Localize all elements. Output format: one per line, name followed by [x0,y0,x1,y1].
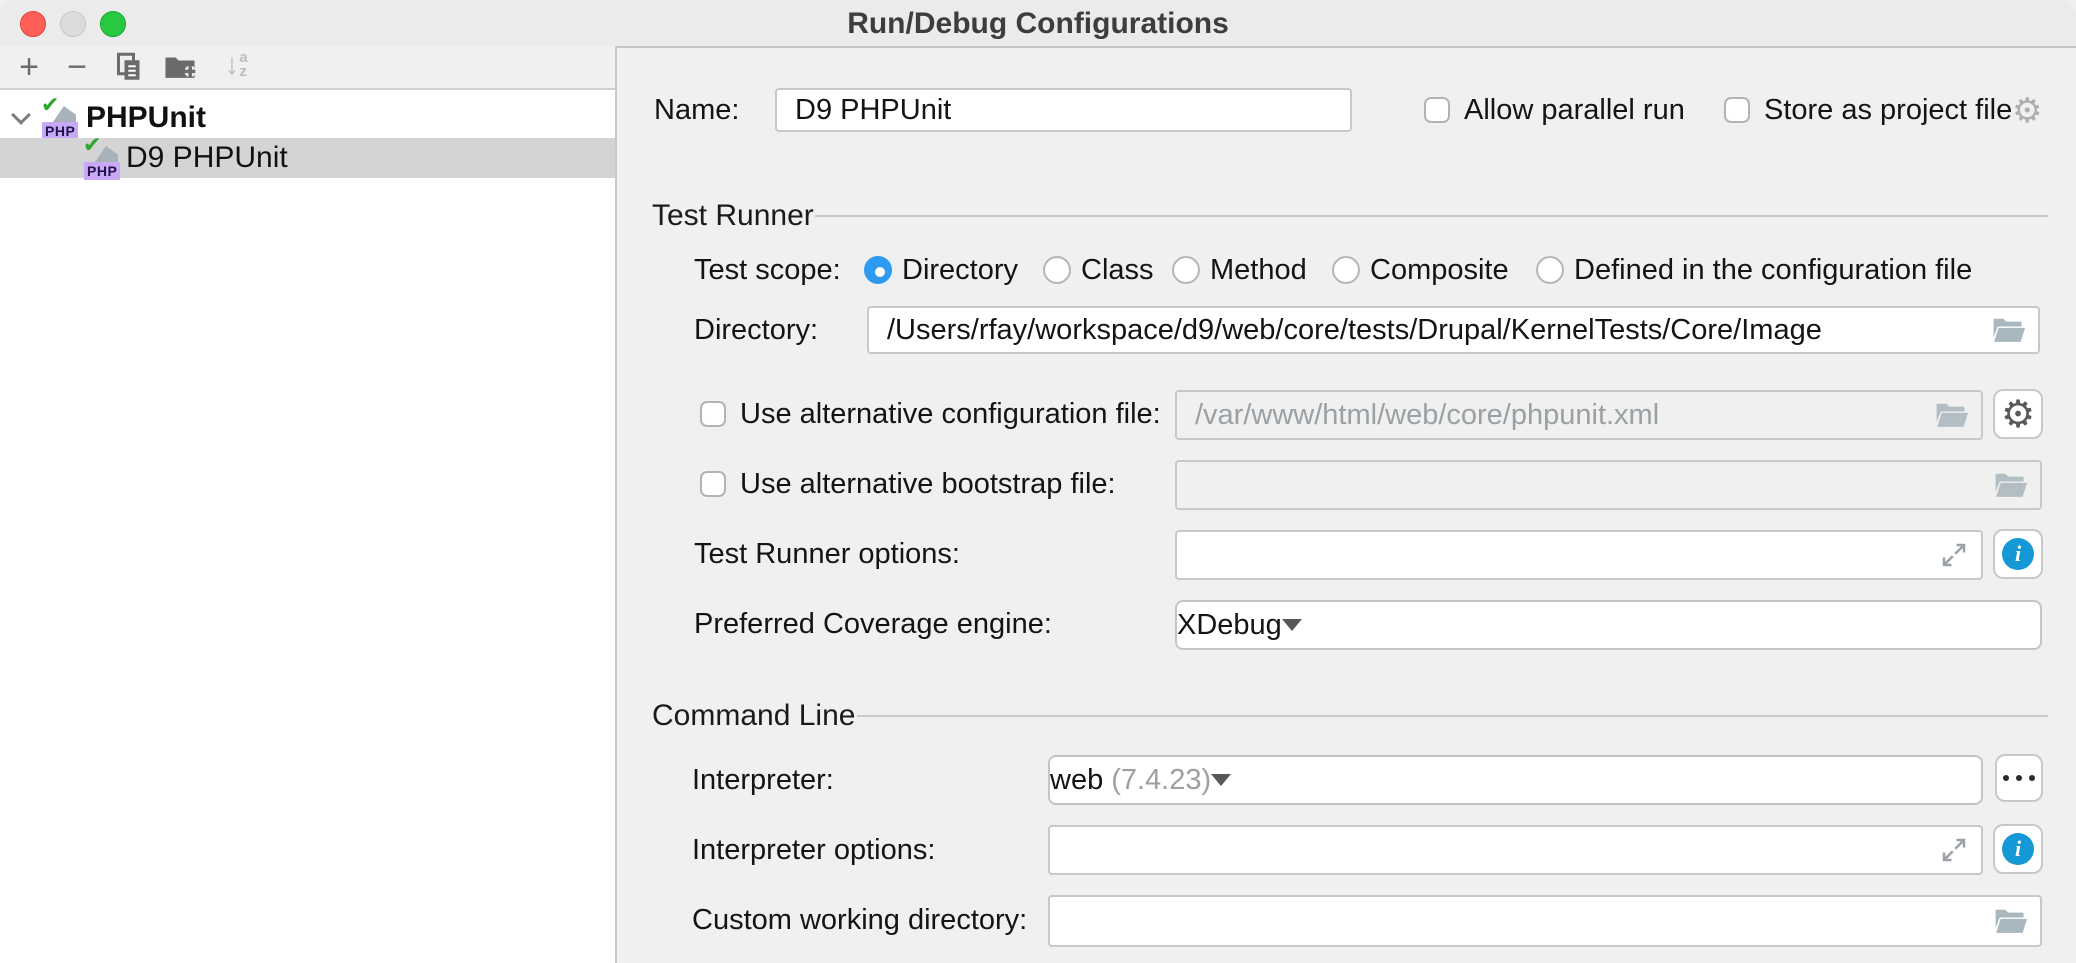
test-runner-options-label: Test Runner options: [694,536,960,572]
phpunit-icon: ✔ PHP [84,139,122,177]
test-scope-label: Test scope: [694,252,841,288]
tree-item-label: D9 PHPUnit [126,141,288,175]
radio-directory[interactable] [864,256,892,284]
dropdown-arrow-icon [1282,619,1302,631]
store-options-gear-icon[interactable]: ⚙ [2012,92,2042,130]
coverage-engine-label: Preferred Coverage engine: [694,606,1052,642]
phpunit-icon: ✔ PHP [42,99,80,137]
test-runner-options-input[interactable] [1175,530,1983,580]
window-title: Run/Debug Configurations [0,7,2076,41]
interpreter-browse-button[interactable] [1995,754,2043,802]
tree-item-d9-phpunit[interactable]: ✔ PHP D9 PHPUnit [0,138,615,178]
interpreter-dropdown[interactable]: web (7.4.23) [1048,755,1983,805]
test-runner-section-title: Test Runner [652,198,814,234]
browse-folder-icon[interactable] [1994,907,2028,935]
interpreter-label: Interpreter: [692,762,834,798]
ellipsis-icon [2003,775,2035,781]
configurations-sidebar: + − ↓ a z [0,46,617,963]
radio-method[interactable] [1172,256,1200,284]
use-alt-config-label: Use alternative configuration file: [740,396,1161,432]
info-icon: i [2002,538,2034,570]
remove-configuration-icon[interactable]: − [60,50,94,84]
radio-composite[interactable] [1332,256,1360,284]
new-folder-icon[interactable] [162,50,198,84]
directory-input[interactable]: /Users/rfay/workspace/d9/web/core/tests/… [867,306,2040,354]
store-as-project-file-label: Store as project file [1764,92,2012,128]
runner-options-info-button[interactable]: i [1993,529,2043,579]
working-directory-input[interactable] [1048,895,2042,947]
coverage-engine-dropdown[interactable]: XDebug [1175,600,2042,650]
sort-configurations-icon: ↓ a z [216,50,256,84]
section-divider [857,715,2048,717]
sidebar-toolbar: + − ↓ a z [0,46,615,90]
alt-config-input: /var/www/html/web/core/phpunit.xml [1175,390,1983,440]
sort-letter-z: z [239,65,247,79]
folder-plus-icon [164,53,196,81]
directory-label: Directory: [694,312,818,348]
use-alt-config-checkbox[interactable] [700,401,726,427]
interpreter-options-label: Interpreter options: [692,832,935,868]
interpreter-version: (7.4.23) [1103,764,1211,797]
browse-folder-icon [1994,471,2028,499]
add-configuration-icon[interactable]: + [12,50,46,84]
radio-defined-in-config-label: Defined in the configuration file [1574,252,1972,288]
name-input[interactable]: D9 PHPUnit [775,88,1352,132]
expand-editor-icon[interactable] [1939,540,1969,570]
copy-configuration-icon[interactable] [112,50,146,84]
config-settings-button[interactable]: ⚙ [1993,389,2043,439]
gear-icon: ⚙ [2001,395,2035,433]
browse-folder-icon [1935,401,1969,429]
section-divider [815,215,2048,217]
expand-editor-icon[interactable] [1939,835,1969,865]
tree-item-label: PHPUnit [86,101,206,135]
run-debug-configurations-window: Run/Debug Configurations + − [0,0,2076,963]
radio-defined-in-config[interactable] [1536,256,1564,284]
chevron-down-icon[interactable] [11,105,31,125]
title-bar: Run/Debug Configurations [0,0,2076,48]
use-alt-bootstrap-checkbox[interactable] [700,471,726,497]
working-directory-label: Custom working directory: [692,902,1027,938]
sort-arrow: ↓ [224,50,239,80]
alt-bootstrap-input [1175,460,2042,510]
allow-parallel-run-label: Allow parallel run [1464,92,1685,128]
radio-composite-label: Composite [1370,252,1509,288]
interpreter-options-input[interactable] [1048,825,1983,875]
browse-folder-icon[interactable] [1992,316,2026,344]
copy-icon [114,52,144,82]
use-alt-bootstrap-label: Use alternative bootstrap file: [740,466,1116,502]
dropdown-arrow-icon [1211,774,1231,786]
command-line-section-title: Command Line [652,698,855,734]
radio-directory-label: Directory [902,252,1018,288]
radio-method-label: Method [1210,252,1307,288]
radio-class-label: Class [1081,252,1154,288]
radio-class[interactable] [1043,256,1071,284]
interpreter-options-info-button[interactable]: i [1993,824,2043,874]
info-icon: i [2002,833,2034,865]
store-as-project-file-checkbox[interactable] [1724,97,1750,123]
name-label: Name: [654,92,739,128]
allow-parallel-run-checkbox[interactable] [1424,97,1450,123]
